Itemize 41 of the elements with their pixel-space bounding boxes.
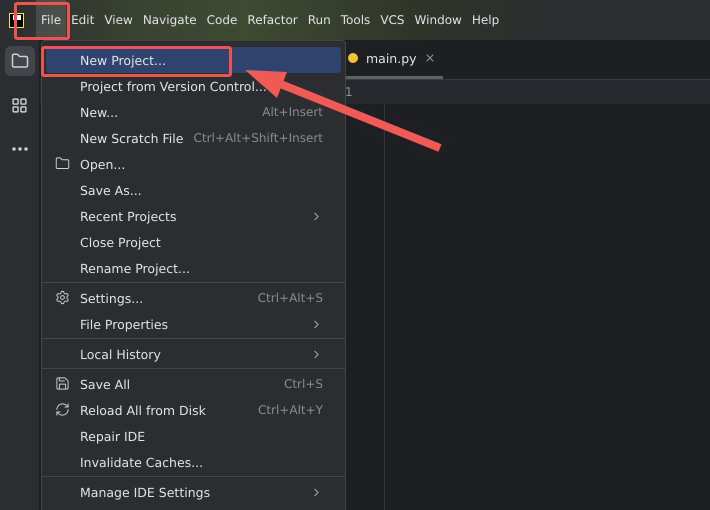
menu-item[interactable]: Code <box>202 0 242 40</box>
menu-item[interactable]: Window <box>410 0 467 40</box>
folder-icon <box>10 52 28 70</box>
shortcut-label: Ctrl+S <box>284 377 323 391</box>
grid-icon <box>11 96 28 114</box>
more-icon <box>12 147 28 151</box>
menu-item[interactable]: File <box>36 0 66 40</box>
menu-entry[interactable]: Invalidate Caches... <box>46 449 341 475</box>
menu-entry[interactable]: Project from Version Control... <box>46 73 341 99</box>
shortcut-label: Ctrl+Alt+Y <box>258 403 323 417</box>
shortcut-label: Alt+Insert <box>262 105 323 119</box>
menu-entry[interactable]: New Scratch File Ctrl+Alt+Shift+Insert <box>46 125 341 151</box>
menu-entry[interactable]: Rename Project... <box>46 255 341 281</box>
menu-entry[interactable]: Local History <box>46 341 341 367</box>
close-tab-button[interactable]: × <box>424 50 436 66</box>
menu-item[interactable]: Help <box>466 0 504 40</box>
shortcut-label: Ctrl+Alt+Shift+Insert <box>194 131 323 145</box>
python-file-icon <box>348 53 358 63</box>
menu-item[interactable]: Navigate <box>138 0 202 40</box>
menu-item[interactable]: Tools <box>336 0 376 40</box>
menu-entry[interactable]: Save All Ctrl+S <box>46 371 341 397</box>
menu-item[interactable]: View <box>99 0 138 40</box>
menu-entry[interactable]: Recent Projects <box>46 203 341 229</box>
menu-item[interactable]: VCS <box>375 0 410 40</box>
menu-item[interactable]: Refactor <box>242 0 303 40</box>
line-number: 1 <box>345 84 353 101</box>
shortcut-label: Ctrl+Alt+S <box>258 291 323 305</box>
menu-entry[interactable]: New... Alt+Insert <box>46 99 341 125</box>
menu-entry[interactable]: Reload All from Disk Ctrl+Alt+Y <box>46 397 341 423</box>
menu-entry[interactable]: Manage IDE Settings <box>46 479 341 505</box>
tab-label: main.py <box>366 50 417 66</box>
menu-entry[interactable]: New Project... <box>46 47 341 73</box>
menu-entry[interactable]: Close Project <box>46 229 341 255</box>
menu-entry[interactable]: Save As... <box>46 177 341 203</box>
menu-entry[interactable]: File Properties <box>46 311 341 337</box>
menu-item[interactable]: Run <box>302 0 336 40</box>
menu-entry[interactable]: Open... <box>46 151 341 177</box>
menu-item[interactable]: Edit <box>66 0 100 40</box>
menu-entry[interactable]: Repair IDE <box>46 423 341 449</box>
menu-entry[interactable]: Settings... Ctrl+Alt+S <box>46 285 341 311</box>
project-tool-button[interactable] <box>4 46 34 76</box>
